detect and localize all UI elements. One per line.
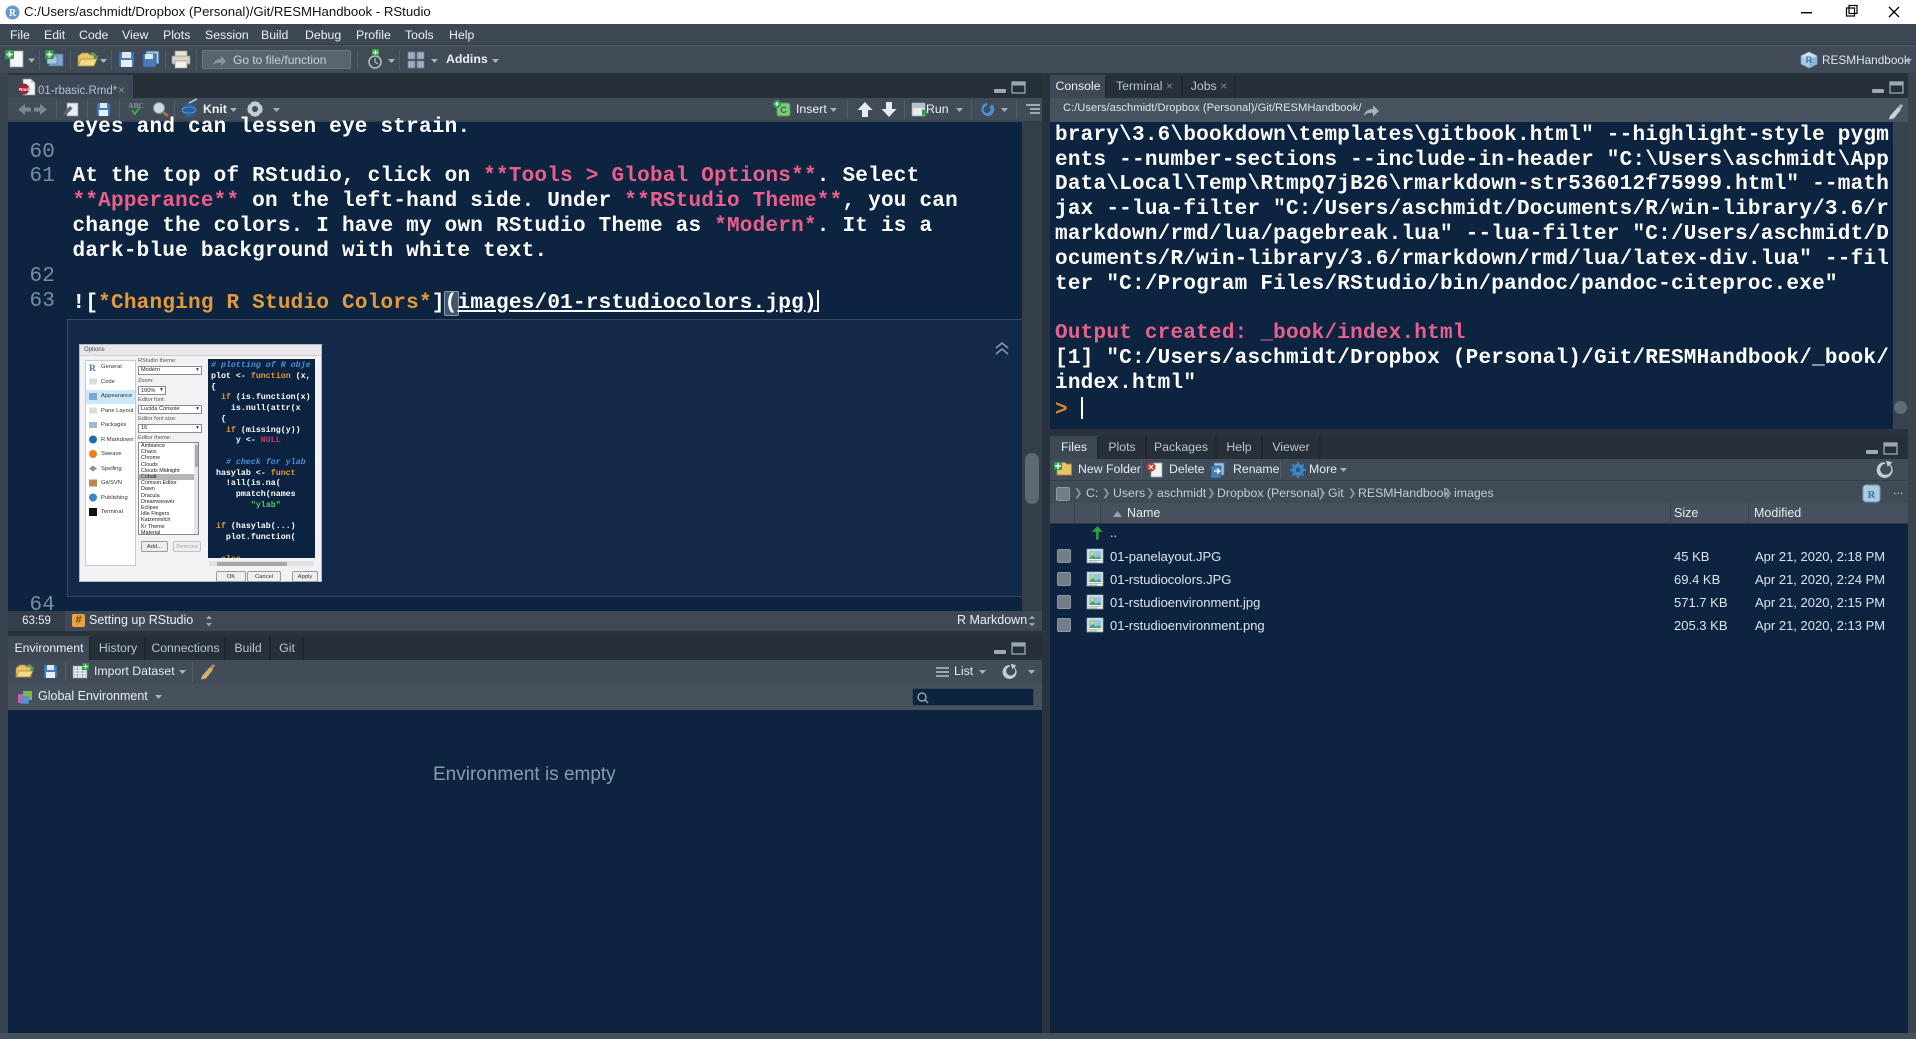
svg-text:Rmd: Rmd xyxy=(19,87,29,92)
svg-text:C: C xyxy=(780,105,787,115)
svg-text:ABC: ABC xyxy=(128,101,144,110)
svg-text:R: R xyxy=(89,364,96,374)
svg-text:R: R xyxy=(9,8,17,19)
svg-text:R: R xyxy=(1868,489,1877,501)
svg-text:R: R xyxy=(1806,55,1813,65)
